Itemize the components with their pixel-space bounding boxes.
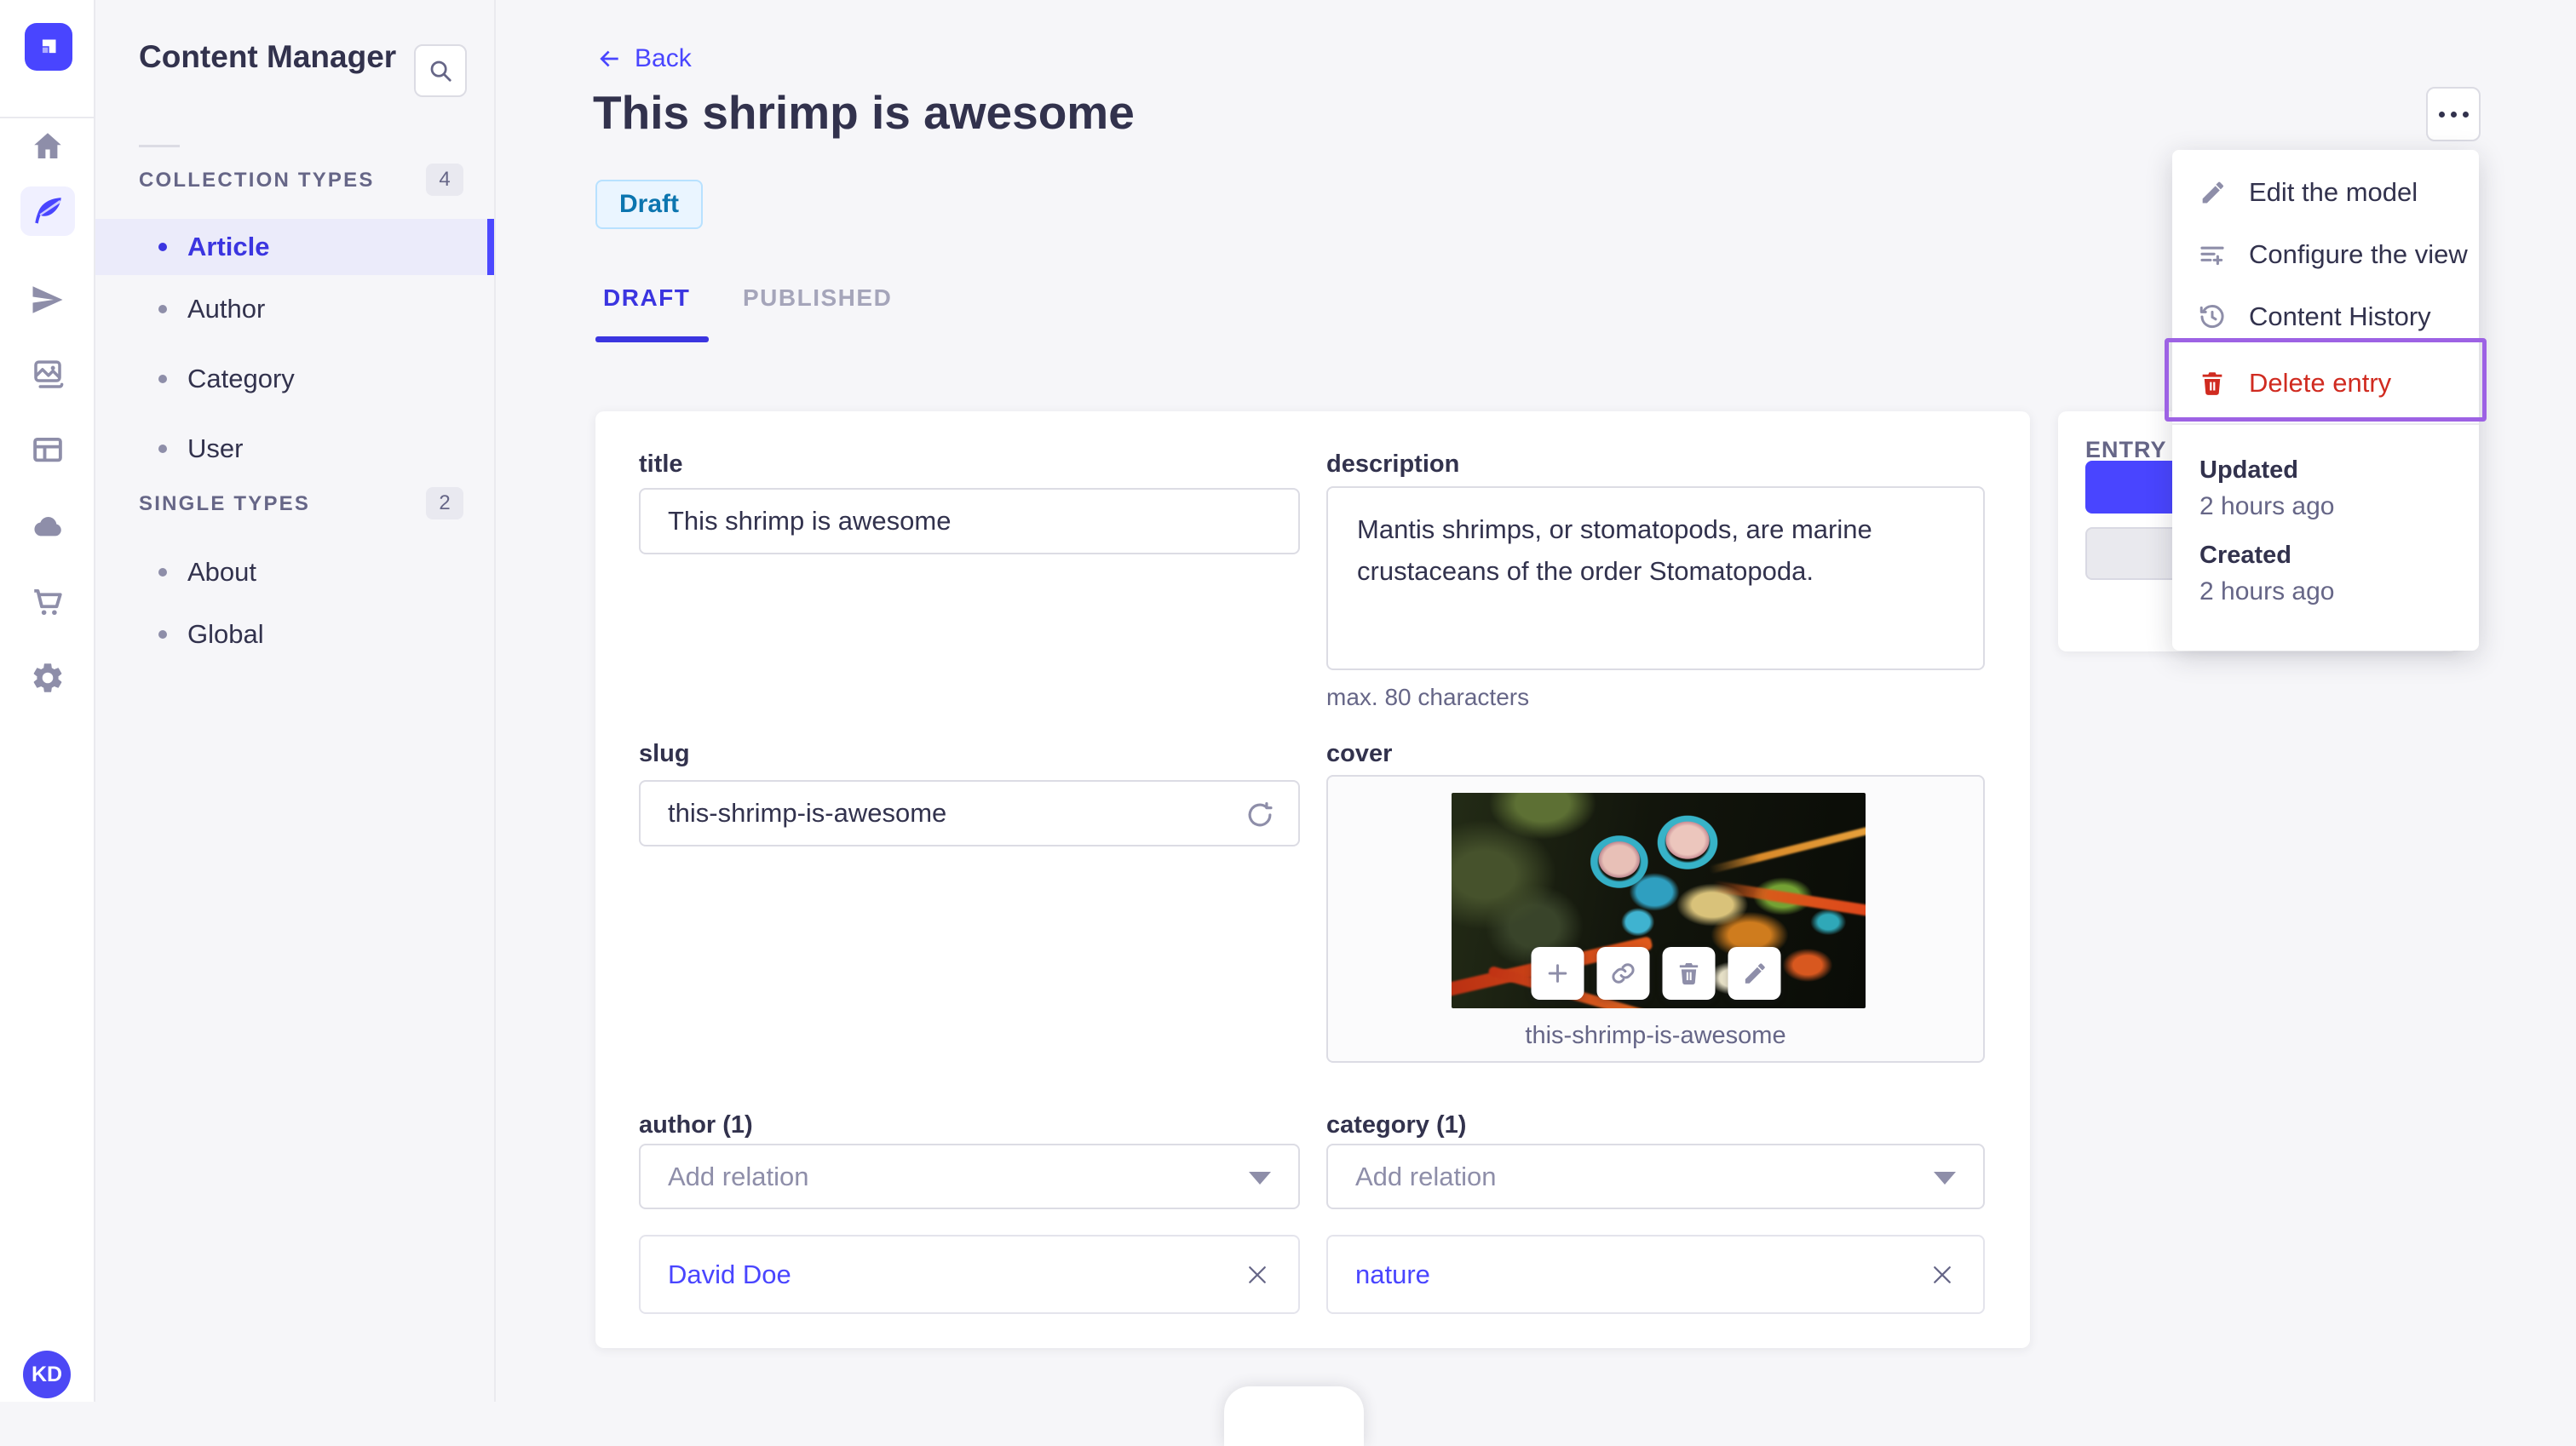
deploy-cloud-icon[interactable] — [20, 499, 75, 554]
menu-item-edit-model[interactable]: Edit the model — [2172, 161, 2479, 223]
content-manager-sidebar: Content Manager COLLECTION TYPES 4 Artic… — [95, 0, 496, 1402]
active-tab-indicator — [595, 336, 709, 342]
link-icon — [1611, 963, 1635, 984]
section-single-types: SINGLE TYPES — [139, 492, 311, 515]
author-relation-item[interactable]: David Doe — [639, 1235, 1300, 1314]
floating-action-pill[interactable] — [1224, 1386, 1364, 1446]
status-badge: Draft — [595, 180, 704, 229]
menu-item-content-history[interactable]: Content History — [2172, 285, 2479, 347]
cover-field: this-shrimp-is-awesome — [1326, 775, 1985, 1063]
search-icon — [430, 60, 451, 82]
category-relation-select[interactable]: Add relation — [1326, 1144, 1985, 1209]
strapi-logo-icon[interactable] — [25, 23, 72, 71]
bullet-icon — [158, 630, 167, 639]
remove-category-button[interactable] — [1923, 1256, 1961, 1294]
updated-value: 2 hours ago — [2199, 492, 2335, 520]
add-icon — [1548, 964, 1567, 983]
sidebar-divider — [0, 117, 95, 118]
back-link[interactable]: Back — [595, 44, 692, 73]
regenerate-icon[interactable] — [1244, 799, 1276, 831]
cover-label: cover — [1326, 740, 1393, 767]
pencil-icon — [2202, 181, 2223, 203]
settings-icon[interactable] — [20, 651, 75, 705]
delete-media-button[interactable] — [1662, 947, 1715, 1000]
tab-published[interactable]: PUBLISHED — [743, 284, 892, 312]
menu-divider — [2172, 423, 2479, 425]
more-icon — [2438, 111, 2445, 118]
tab-draft[interactable]: DRAFT — [603, 284, 690, 312]
more-actions-button[interactable] — [2426, 87, 2481, 141]
bullet-icon — [158, 243, 167, 251]
section-collection-types: COLLECTION TYPES — [139, 169, 375, 192]
sidebar-item-user[interactable]: User — [95, 421, 494, 477]
trash-icon — [2202, 372, 2222, 395]
cover-actions — [1531, 947, 1780, 1000]
user-avatar[interactable]: KD — [23, 1351, 71, 1398]
description-label: description — [1326, 450, 1460, 478]
primary-sidebar: KD — [0, 0, 95, 1402]
pencil-icon — [1745, 963, 1765, 984]
remove-author-button[interactable] — [1239, 1256, 1276, 1294]
content-manager-icon[interactable] — [20, 186, 75, 236]
search-button[interactable] — [414, 44, 467, 97]
bullet-icon — [158, 568, 167, 577]
add-media-button[interactable] — [1531, 947, 1584, 1000]
configure-list-icon — [2200, 246, 2224, 265]
subnav-title: Content Manager — [139, 39, 397, 74]
title-input[interactable]: This shrimp is awesome — [639, 488, 1300, 554]
chevron-down-icon — [1249, 1171, 1271, 1185]
sidebar-item-about[interactable]: About — [95, 544, 494, 600]
releases-icon[interactable] — [20, 273, 75, 327]
slug-input[interactable]: this-shrimp-is-awesome — [639, 780, 1300, 846]
copy-link-button[interactable] — [1596, 947, 1649, 1000]
page-title: This shrimp is awesome — [593, 86, 1135, 139]
more-actions-menu: Edit the model Configure the view Conten… — [2172, 150, 2479, 651]
shrimp-antenna — [1708, 824, 1866, 875]
description-hint: max. 80 characters — [1326, 684, 1530, 710]
category-relation-item[interactable]: nature — [1326, 1235, 1985, 1314]
updated-label: Updated — [2199, 456, 2298, 484]
title-label: title — [639, 450, 683, 478]
sidebar-item-article[interactable]: Article — [95, 219, 494, 275]
created-label: Created — [2199, 542, 2291, 569]
single-types-count: 2 — [426, 487, 463, 519]
media-library-icon[interactable] — [20, 347, 75, 402]
cover-filename: this-shrimp-is-awesome — [1525, 1022, 1786, 1049]
edit-form-card: title This shrimp is awesome description… — [595, 411, 2030, 1348]
marketplace-icon[interactable] — [20, 575, 75, 629]
home-icon[interactable] — [20, 119, 75, 174]
bullet-icon — [158, 445, 167, 453]
back-arrow-icon — [600, 50, 618, 67]
sidebar-item-global[interactable]: Global — [95, 606, 494, 663]
collection-types-count: 4 — [426, 164, 463, 196]
menu-item-delete-entry[interactable]: Delete entry — [2172, 348, 2479, 418]
author-label: author (1) — [639, 1111, 753, 1139]
category-label: category (1) — [1326, 1111, 1467, 1139]
author-relation-select[interactable]: Add relation — [639, 1144, 1300, 1209]
bullet-icon — [158, 305, 167, 313]
sidebar-item-category[interactable]: Category — [95, 351, 494, 407]
trash-icon — [1679, 963, 1698, 985]
close-icon — [1934, 1265, 1951, 1283]
description-textarea[interactable]: Mantis shrimps, or stomatopods, are mari… — [1326, 486, 1985, 670]
chevron-down-icon — [1934, 1171, 1956, 1185]
shrimp-antenna — [1711, 880, 1866, 918]
edit-media-button[interactable] — [1728, 947, 1780, 1000]
menu-item-configure-view[interactable]: Configure the view — [2172, 223, 2479, 285]
subnav-divider — [139, 145, 180, 147]
close-icon — [1249, 1265, 1266, 1283]
slug-label: slug — [639, 740, 690, 767]
content-type-builder-icon[interactable] — [20, 423, 75, 478]
created-value: 2 hours ago — [2199, 577, 2335, 605]
clock-history-icon — [2199, 304, 2224, 328]
bullet-icon — [158, 375, 167, 383]
entry-panel-title: ENTRY — [2085, 437, 2167, 462]
sidebar-item-author[interactable]: Author — [95, 281, 494, 337]
